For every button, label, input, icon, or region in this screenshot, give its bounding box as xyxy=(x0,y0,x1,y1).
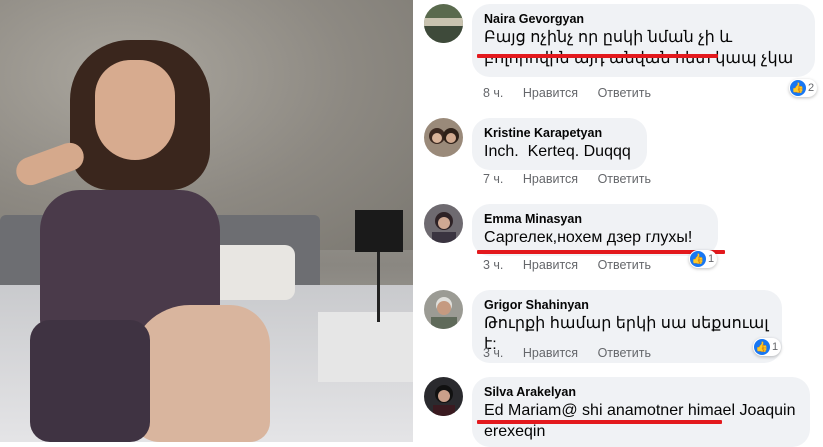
photo-person-dress-lower xyxy=(30,320,150,442)
reaction-count[interactable]: 👍 1 xyxy=(689,250,718,268)
avatar[interactable] xyxy=(424,4,463,43)
reply-button[interactable]: Ответить xyxy=(598,86,651,100)
comment-bubble: Emma Minasyan Саргелек,нохем дзер глухы! xyxy=(472,204,718,256)
reply-button[interactable]: Ответить xyxy=(598,346,651,360)
comment-author[interactable]: Emma Minasyan xyxy=(484,211,706,227)
reaction-count[interactable]: 👍 2 xyxy=(789,79,818,97)
comment-actions: 3 ч. Нравится Ответить xyxy=(483,258,667,272)
comment-time[interactable]: 3 ч. xyxy=(483,346,503,360)
avatar[interactable] xyxy=(424,290,463,329)
comment-time[interactable]: 3 ч. xyxy=(483,258,503,272)
like-button[interactable]: Нравится xyxy=(523,172,578,186)
like-icon: 👍 xyxy=(790,80,806,96)
red-underline xyxy=(477,250,725,254)
comment-text: Բայց ոչինչ որ ըսկի նման չի և բոլորովին ա… xyxy=(484,29,794,67)
comment-time[interactable]: 8 ч. xyxy=(483,86,503,100)
avatar[interactable] xyxy=(424,377,463,416)
comment-actions: 8 ч. Нравится Ответить xyxy=(483,86,667,100)
avatar[interactable] xyxy=(424,118,463,157)
like-button[interactable]: Нравится xyxy=(523,258,578,272)
comment-author[interactable]: Grigor Shahinyan xyxy=(484,297,770,313)
comment-text: Саргелек,нохем дзер глухы! xyxy=(484,229,693,246)
photo-person-face xyxy=(95,60,175,160)
red-underline xyxy=(477,420,722,424)
comment-author[interactable]: Naira Gevorgyan xyxy=(484,11,803,27)
like-icon: 👍 xyxy=(690,251,706,267)
like-icon: 👍 xyxy=(754,339,770,355)
comment-text: Inch. Kerteq. Duqqq xyxy=(484,143,631,160)
reply-button[interactable]: Ответить xyxy=(598,258,651,272)
like-button[interactable]: Нравится xyxy=(523,86,578,100)
red-underline xyxy=(477,54,718,58)
comment-author[interactable]: Kristine Karapetyan xyxy=(484,125,635,141)
photo-nightstand xyxy=(318,312,413,382)
avatar[interactable] xyxy=(424,204,463,243)
comment-time[interactable]: 7 ч. xyxy=(483,172,503,186)
reply-button[interactable]: Ответить xyxy=(598,172,651,186)
comments-panel: Naira Gevorgyan Բայց ոչինչ որ ըսկի նման … xyxy=(413,0,823,447)
photo xyxy=(0,0,413,442)
comment-bubble: Silva Arakelyan Ed Mariam@ shi anamotner… xyxy=(472,377,810,447)
like-button[interactable]: Нравится xyxy=(523,346,578,360)
photo-lamp xyxy=(355,210,403,252)
comment-author[interactable]: Silva Arakelyan xyxy=(484,384,798,400)
comment-actions: 3 ч. Нравится Ответить xyxy=(483,346,667,360)
photo-person-legs xyxy=(130,305,270,442)
photo-lamp-stand xyxy=(377,252,380,322)
comment-bubble: Kristine Karapetyan Inch. Kerteq. Duqqq xyxy=(472,118,647,170)
comment-bubble: Naira Gevorgyan Բայց ոչինչ որ ըսկի նման … xyxy=(472,4,815,77)
reaction-count[interactable]: 👍 1 xyxy=(753,338,782,356)
comment-actions: 7 ч. Нравится Ответить xyxy=(483,172,667,186)
